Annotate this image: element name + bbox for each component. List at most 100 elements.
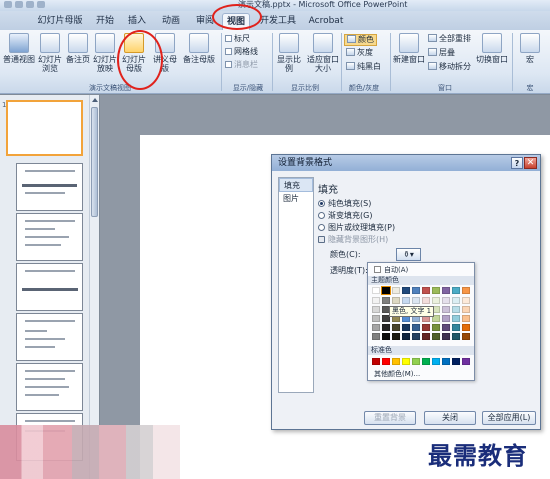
theme-color-swatch[interactable]	[402, 287, 410, 294]
theme-shade-swatch[interactable]	[392, 333, 400, 340]
gridlines-checkbox[interactable]: 网格线	[225, 47, 258, 57]
theme-shade-swatch[interactable]	[462, 297, 470, 304]
theme-shade-swatch[interactable]	[392, 324, 400, 331]
theme-shade-swatch[interactable]	[392, 297, 400, 304]
arrange-all-button[interactable]: 全部重排	[428, 34, 471, 44]
cascade-button[interactable]: 层叠	[428, 48, 455, 58]
theme-shade-swatch[interactable]	[372, 297, 380, 304]
notes-page-button[interactable]: 备注页	[65, 33, 91, 64]
theme-shade-swatch[interactable]	[452, 315, 460, 322]
theme-shade-swatch[interactable]	[462, 324, 470, 331]
slides-scrollbar[interactable]	[89, 95, 99, 479]
switch-window-button[interactable]: 切换窗口	[476, 33, 508, 64]
standard-color-swatch[interactable]	[382, 358, 390, 365]
slide-show-button[interactable]: 幻灯片放映	[92, 33, 118, 73]
tab-animation[interactable]: 动画	[156, 13, 186, 30]
scroll-up-arrow-icon[interactable]	[92, 98, 98, 102]
theme-color-swatch[interactable]	[381, 286, 391, 295]
normal-view-button[interactable]: 普通视图	[3, 33, 35, 64]
theme-shade-swatch[interactable]	[422, 297, 430, 304]
fit-to-window-button[interactable]: 适应窗口大小	[306, 33, 340, 73]
standard-color-swatch[interactable]	[422, 358, 430, 365]
quick-access-toolbar[interactable]	[4, 1, 64, 10]
close-icon[interactable]: ✕	[524, 157, 537, 169]
layout-thumbnail[interactable]	[16, 163, 83, 211]
grayscale-button[interactable]: 灰度	[346, 48, 373, 58]
nav-picture[interactable]: 图片	[279, 192, 313, 206]
theme-shade-swatch[interactable]	[452, 324, 460, 331]
theme-shade-swatch[interactable]	[372, 333, 380, 340]
theme-shade-swatch[interactable]	[452, 306, 460, 313]
hide-background-checkbox[interactable]: 隐藏背景图形(H)	[318, 235, 388, 245]
theme-shade-swatch[interactable]	[412, 324, 420, 331]
slide-sorter-button[interactable]: 幻灯片浏览	[36, 33, 64, 73]
theme-shade-swatch[interactable]	[412, 333, 420, 340]
theme-shade-swatch[interactable]	[382, 297, 390, 304]
solid-fill-radio[interactable]: 纯色填充(S)	[318, 199, 371, 209]
layout-thumbnail[interactable]	[16, 313, 83, 361]
layout-thumbnail[interactable]	[16, 263, 83, 311]
theme-color-swatch[interactable]	[452, 287, 460, 294]
move-split-button[interactable]: 移动拆分	[428, 62, 471, 72]
layout-thumbnail[interactable]	[16, 213, 83, 261]
master-slide-thumbnail[interactable]	[6, 100, 83, 156]
standard-color-swatch[interactable]	[442, 358, 450, 365]
theme-color-swatch[interactable]	[392, 287, 400, 294]
theme-shade-swatch[interactable]	[442, 306, 450, 313]
theme-shade-swatch[interactable]	[422, 333, 430, 340]
theme-shade-swatch[interactable]	[382, 333, 390, 340]
standard-color-swatch[interactable]	[432, 358, 440, 365]
black-white-button[interactable]: 纯黑白	[346, 62, 381, 72]
theme-shade-swatch[interactable]	[372, 306, 380, 313]
nav-fill[interactable]: 填充	[279, 178, 313, 192]
macro-button[interactable]: 宏	[516, 33, 544, 64]
standard-color-swatch[interactable]	[452, 358, 460, 365]
standard-color-swatch[interactable]	[392, 358, 400, 365]
ruler-checkbox[interactable]: 标尺	[225, 34, 250, 44]
theme-shade-swatch[interactable]	[402, 324, 410, 331]
theme-shade-swatch[interactable]	[442, 333, 450, 340]
theme-shade-swatch[interactable]	[412, 297, 420, 304]
tab-home[interactable]: 开始	[90, 13, 120, 30]
theme-color-swatch[interactable]	[372, 287, 380, 294]
theme-shade-swatch[interactable]	[442, 324, 450, 331]
standard-color-swatch[interactable]	[462, 358, 470, 365]
standard-color-swatch[interactable]	[402, 358, 410, 365]
theme-shade-swatch[interactable]	[452, 297, 460, 304]
color-dropdown-button[interactable]: ⚱▾	[396, 248, 421, 261]
picture-fill-radio[interactable]: 图片或纹理填充(P)	[318, 223, 395, 233]
theme-shade-swatch[interactable]	[372, 324, 380, 331]
automatic-color-option[interactable]: 自动(A)	[374, 266, 408, 275]
theme-shade-swatch[interactable]	[432, 297, 440, 304]
theme-shade-swatch[interactable]	[462, 333, 470, 340]
theme-color-swatch[interactable]	[442, 287, 450, 294]
gradient-fill-radio[interactable]: 渐变填充(G)	[318, 211, 372, 221]
more-colors-option[interactable]: 其他颜色(M)...	[374, 370, 420, 379]
theme-shade-swatch[interactable]	[462, 306, 470, 313]
notes-master-button[interactable]: 备注母版	[182, 33, 216, 64]
theme-shade-swatch[interactable]	[462, 315, 470, 322]
close-button[interactable]: 关闭	[424, 411, 476, 425]
zoom-button[interactable]: 显示比例	[274, 33, 304, 73]
scrollbar-thumb[interactable]	[91, 107, 98, 217]
theme-color-swatch[interactable]	[422, 287, 430, 294]
standard-color-swatch[interactable]	[372, 358, 380, 365]
tab-slide-master[interactable]: 幻灯片母版	[30, 13, 90, 30]
theme-shade-swatch[interactable]	[452, 333, 460, 340]
theme-shade-swatch[interactable]	[432, 324, 440, 331]
tab-acrobat[interactable]: Acrobat	[306, 13, 346, 30]
message-bar-checkbox[interactable]: 消息栏	[225, 60, 258, 70]
layout-thumbnail[interactable]	[16, 363, 83, 411]
theme-shade-swatch[interactable]	[382, 324, 390, 331]
reset-background-button[interactable]: 重置背景	[364, 411, 416, 425]
theme-shade-swatch[interactable]	[402, 333, 410, 340]
theme-shade-swatch[interactable]	[372, 315, 380, 322]
standard-color-swatch[interactable]	[412, 358, 420, 365]
theme-shade-swatch[interactable]	[402, 297, 410, 304]
help-button[interactable]: ?	[511, 157, 523, 169]
theme-shade-swatch[interactable]	[442, 315, 450, 322]
theme-shade-swatch[interactable]	[432, 333, 440, 340]
apply-all-button[interactable]: 全部应用(L)	[482, 411, 536, 425]
color-button[interactable]: 颜色	[344, 34, 377, 46]
theme-shade-swatch[interactable]	[442, 297, 450, 304]
